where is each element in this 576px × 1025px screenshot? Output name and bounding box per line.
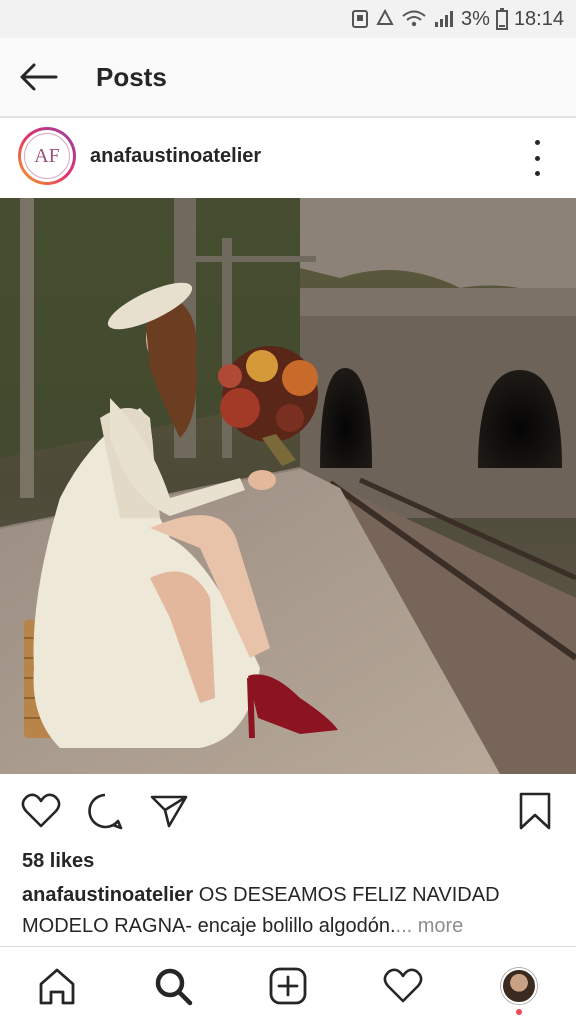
like-button[interactable] <box>20 790 62 832</box>
screenshot-icon <box>351 9 369 29</box>
nav-new-post[interactable] <box>265 963 311 1009</box>
caption-more-link[interactable]: ... more <box>396 915 464 937</box>
back-button[interactable] <box>16 58 60 96</box>
post-username[interactable]: anafaustinoatelier <box>90 145 261 168</box>
post-header: AF anafaustinoatelier <box>0 118 576 198</box>
status-bar: 3% 18:14 <box>0 0 576 38</box>
home-icon <box>39 968 75 1005</box>
arrow-left-icon <box>20 63 58 91</box>
share-icon <box>150 795 188 828</box>
heart-icon <box>21 793 61 828</box>
activity-heart-icon <box>383 968 423 1003</box>
notification-dot <box>516 1009 522 1015</box>
search-icon <box>155 968 193 1006</box>
clock: 18:14 <box>513 7 564 30</box>
post-photo[interactable] <box>0 198 576 774</box>
nav-home[interactable] <box>34 963 80 1009</box>
brand-logo: AF <box>24 133 70 179</box>
share-button[interactable] <box>148 790 190 832</box>
bottom-nav <box>0 946 576 1025</box>
bookmark-icon <box>519 792 551 830</box>
new-post-icon <box>269 967 307 1005</box>
nav-search[interactable] <box>150 963 196 1009</box>
save-button[interactable] <box>514 790 556 832</box>
caption: anafaustinoatelier OS DESEAMOS FELIZ NAV… <box>22 880 556 942</box>
status-icons: 3% 18:14 <box>351 0 564 38</box>
avatar[interactable]: AF <box>18 127 76 185</box>
comment-button[interactable] <box>84 790 126 832</box>
nav-profile[interactable] <box>496 963 542 1009</box>
recycle-icon <box>375 9 395 29</box>
app-bar: Posts <box>0 38 576 118</box>
wifi-icon <box>401 9 427 29</box>
nav-activity[interactable] <box>380 963 426 1009</box>
likes-count[interactable]: 58 likes <box>22 850 94 873</box>
post-actions <box>0 774 576 848</box>
battery-percent: 3% <box>461 7 490 30</box>
more-options-icon[interactable] <box>526 140 548 176</box>
comment-icon <box>88 793 123 830</box>
battery-icon <box>495 8 508 30</box>
profile-avatar <box>501 968 537 1004</box>
caption-username[interactable]: anafaustinoatelier <box>22 884 193 906</box>
page-title: Posts <box>96 62 167 92</box>
signal-icon <box>433 9 455 29</box>
